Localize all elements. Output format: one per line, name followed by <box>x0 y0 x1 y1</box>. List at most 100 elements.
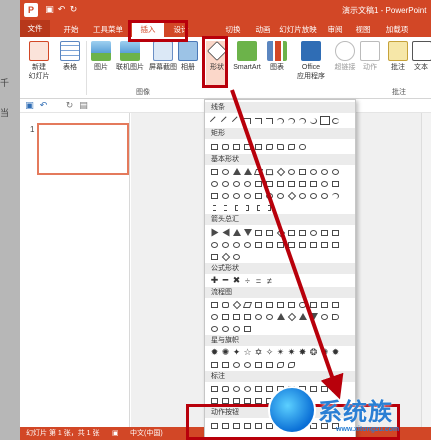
vertical-scroll-shape[interactable] <box>253 359 264 370</box>
table-button[interactable]: 表格 <box>58 41 82 72</box>
left-right-arrow-callout-shape[interactable] <box>209 251 220 262</box>
spell-check-icon[interactable]: ▣ <box>112 427 119 440</box>
6-point-star-shape[interactable]: ✡ <box>253 347 264 358</box>
sun-shape[interactable] <box>297 190 308 201</box>
horizontal-scroll-shape[interactable] <box>264 359 275 370</box>
not-equal-shape[interactable]: ≠ <box>264 275 275 286</box>
left-arrow-shape[interactable] <box>220 227 231 238</box>
undo-icon[interactable]: ↶ <box>56 4 67 15</box>
pie-shape[interactable] <box>220 178 231 189</box>
line-shape[interactable] <box>209 115 220 126</box>
flowchart-process-shape[interactable] <box>209 299 220 310</box>
round-rectangle-shape[interactable] <box>275 141 286 152</box>
rounded-rectangle-shape[interactable] <box>220 141 231 152</box>
tab-home[interactable]: 开始 <box>56 22 86 37</box>
left-arrow-callout-shape[interactable] <box>319 239 330 250</box>
chord-shape[interactable] <box>231 178 242 189</box>
left-bracket-shape[interactable] <box>231 202 242 213</box>
curved-right-arrow-shape[interactable] <box>209 239 220 250</box>
snip-round-rectangle-shape[interactable] <box>264 141 275 152</box>
circular-arrow-shape[interactable] <box>231 251 242 262</box>
curved-down-ribbon-shape[interactable] <box>242 359 253 370</box>
tab-view[interactable]: 视图 <box>350 22 376 37</box>
elbow-arrow-shape[interactable] <box>253 115 264 126</box>
decagon-shape[interactable] <box>330 166 341 177</box>
flowchart-preparation-shape[interactable] <box>308 299 319 310</box>
picture-button[interactable]: 图片 <box>90 41 112 72</box>
heptagon-shape[interactable] <box>308 166 319 177</box>
tab-animations[interactable]: 动画 <box>250 22 276 37</box>
pentagon-arrow-shape[interactable] <box>275 239 286 250</box>
division-shape[interactable]: ÷ <box>242 275 253 286</box>
flowchart-sequential-access-storage-shape[interactable] <box>209 323 220 334</box>
frame-shape[interactable] <box>253 178 264 189</box>
textbox-button[interactable]: 文本 <box>412 41 431 72</box>
office-apps-button[interactable]: Office 应用程序 <box>294 41 328 81</box>
flowchart-delay-shape[interactable] <box>330 311 341 322</box>
curve-shape[interactable] <box>308 115 319 126</box>
down-ribbon-shape[interactable] <box>220 359 231 370</box>
freeform-shape[interactable] <box>319 115 330 126</box>
save-icon[interactable]: ▣ <box>44 4 55 15</box>
curved-double-arrow-shape[interactable] <box>297 115 308 126</box>
smartart-button[interactable]: SmartArt <box>230 41 264 72</box>
chevron-shape[interactable] <box>286 239 297 250</box>
flowchart-alternate-process-shape[interactable] <box>220 299 231 310</box>
cloud-shape[interactable] <box>319 190 330 201</box>
8-point-star-shape[interactable]: ✴ <box>275 347 286 358</box>
tab-transitions[interactable]: 切换 <box>220 22 246 37</box>
elbow-double-arrow-shape[interactable] <box>264 115 275 126</box>
redo-icon[interactable]: ↻ <box>64 100 75 111</box>
left-brace-shape[interactable] <box>253 202 264 213</box>
no-symbol-shape[interactable] <box>231 190 242 201</box>
curved-up-arrow-shape[interactable] <box>231 239 242 250</box>
lightning-bolt-shape[interactable] <box>286 190 297 201</box>
trapezoid-shape[interactable] <box>264 166 275 177</box>
screenshot-button[interactable]: 屏幕截图 <box>148 41 178 72</box>
dodecagon-shape[interactable] <box>209 178 220 189</box>
curved-up-ribbon-shape[interactable] <box>231 359 242 370</box>
flowchart-merge-shape[interactable] <box>308 311 319 322</box>
equal-shape[interactable]: = <box>253 275 264 286</box>
arrow-line-shape[interactable] <box>220 115 231 126</box>
notched-right-arrow-shape[interactable] <box>264 239 275 250</box>
right-arrow-callout-shape[interactable] <box>297 239 308 250</box>
triangle-shape[interactable] <box>231 166 242 177</box>
up-ribbon-shape[interactable] <box>209 359 220 370</box>
5-point-star-shape[interactable]: ☆ <box>242 347 253 358</box>
half-frame-shape[interactable] <box>264 178 275 189</box>
flowchart-direct-access-storage-shape[interactable] <box>231 323 242 334</box>
up-arrow-callout-shape[interactable] <box>330 239 341 250</box>
flowchart-manual-input-shape[interactable] <box>319 299 330 310</box>
textbox-shape[interactable] <box>209 166 220 177</box>
u-turn-arrow-shape[interactable] <box>308 227 319 238</box>
up-down-arrow-shape[interactable] <box>264 227 275 238</box>
chart-button[interactable]: 图表 <box>266 41 288 72</box>
down-arrow-callout-shape[interactable] <box>308 239 319 250</box>
left-right-up-arrow-shape[interactable] <box>286 227 297 238</box>
flowchart-extract-shape[interactable] <box>297 311 308 322</box>
cross-shape[interactable] <box>297 178 308 189</box>
bevel-shape[interactable] <box>209 190 220 201</box>
action-button[interactable]: 动作 <box>360 41 380 72</box>
teardrop-shape[interactable] <box>242 178 253 189</box>
cloud-callout-shape[interactable] <box>242 383 253 394</box>
hyperlink-button[interactable]: 超链接 <box>332 41 358 72</box>
quad-arrow-shape[interactable] <box>275 227 286 238</box>
curved-connector-shape[interactable] <box>275 115 286 126</box>
octagon-shape[interactable] <box>319 166 330 177</box>
24-point-star-shape[interactable]: ✺ <box>319 347 330 358</box>
flowchart-sort-shape[interactable] <box>286 311 297 322</box>
parallelogram-shape[interactable] <box>253 166 264 177</box>
tab-file[interactable]: 文件 <box>20 20 50 37</box>
oval-shape[interactable] <box>220 166 231 177</box>
12-point-star-shape[interactable]: ✸ <box>297 347 308 358</box>
7-point-star-shape[interactable]: ✧ <box>264 347 275 358</box>
explosion-1-shape[interactable]: ✹ <box>209 347 220 358</box>
32-point-star-shape[interactable]: ✹ <box>330 347 341 358</box>
right-arrow-shape[interactable] <box>209 227 220 238</box>
slide-thumbnail[interactable] <box>37 123 129 175</box>
left-right-arrow-shape[interactable] <box>253 227 264 238</box>
bracket-shape[interactable] <box>209 202 220 213</box>
tab-addins[interactable]: 加载项 <box>380 22 414 37</box>
